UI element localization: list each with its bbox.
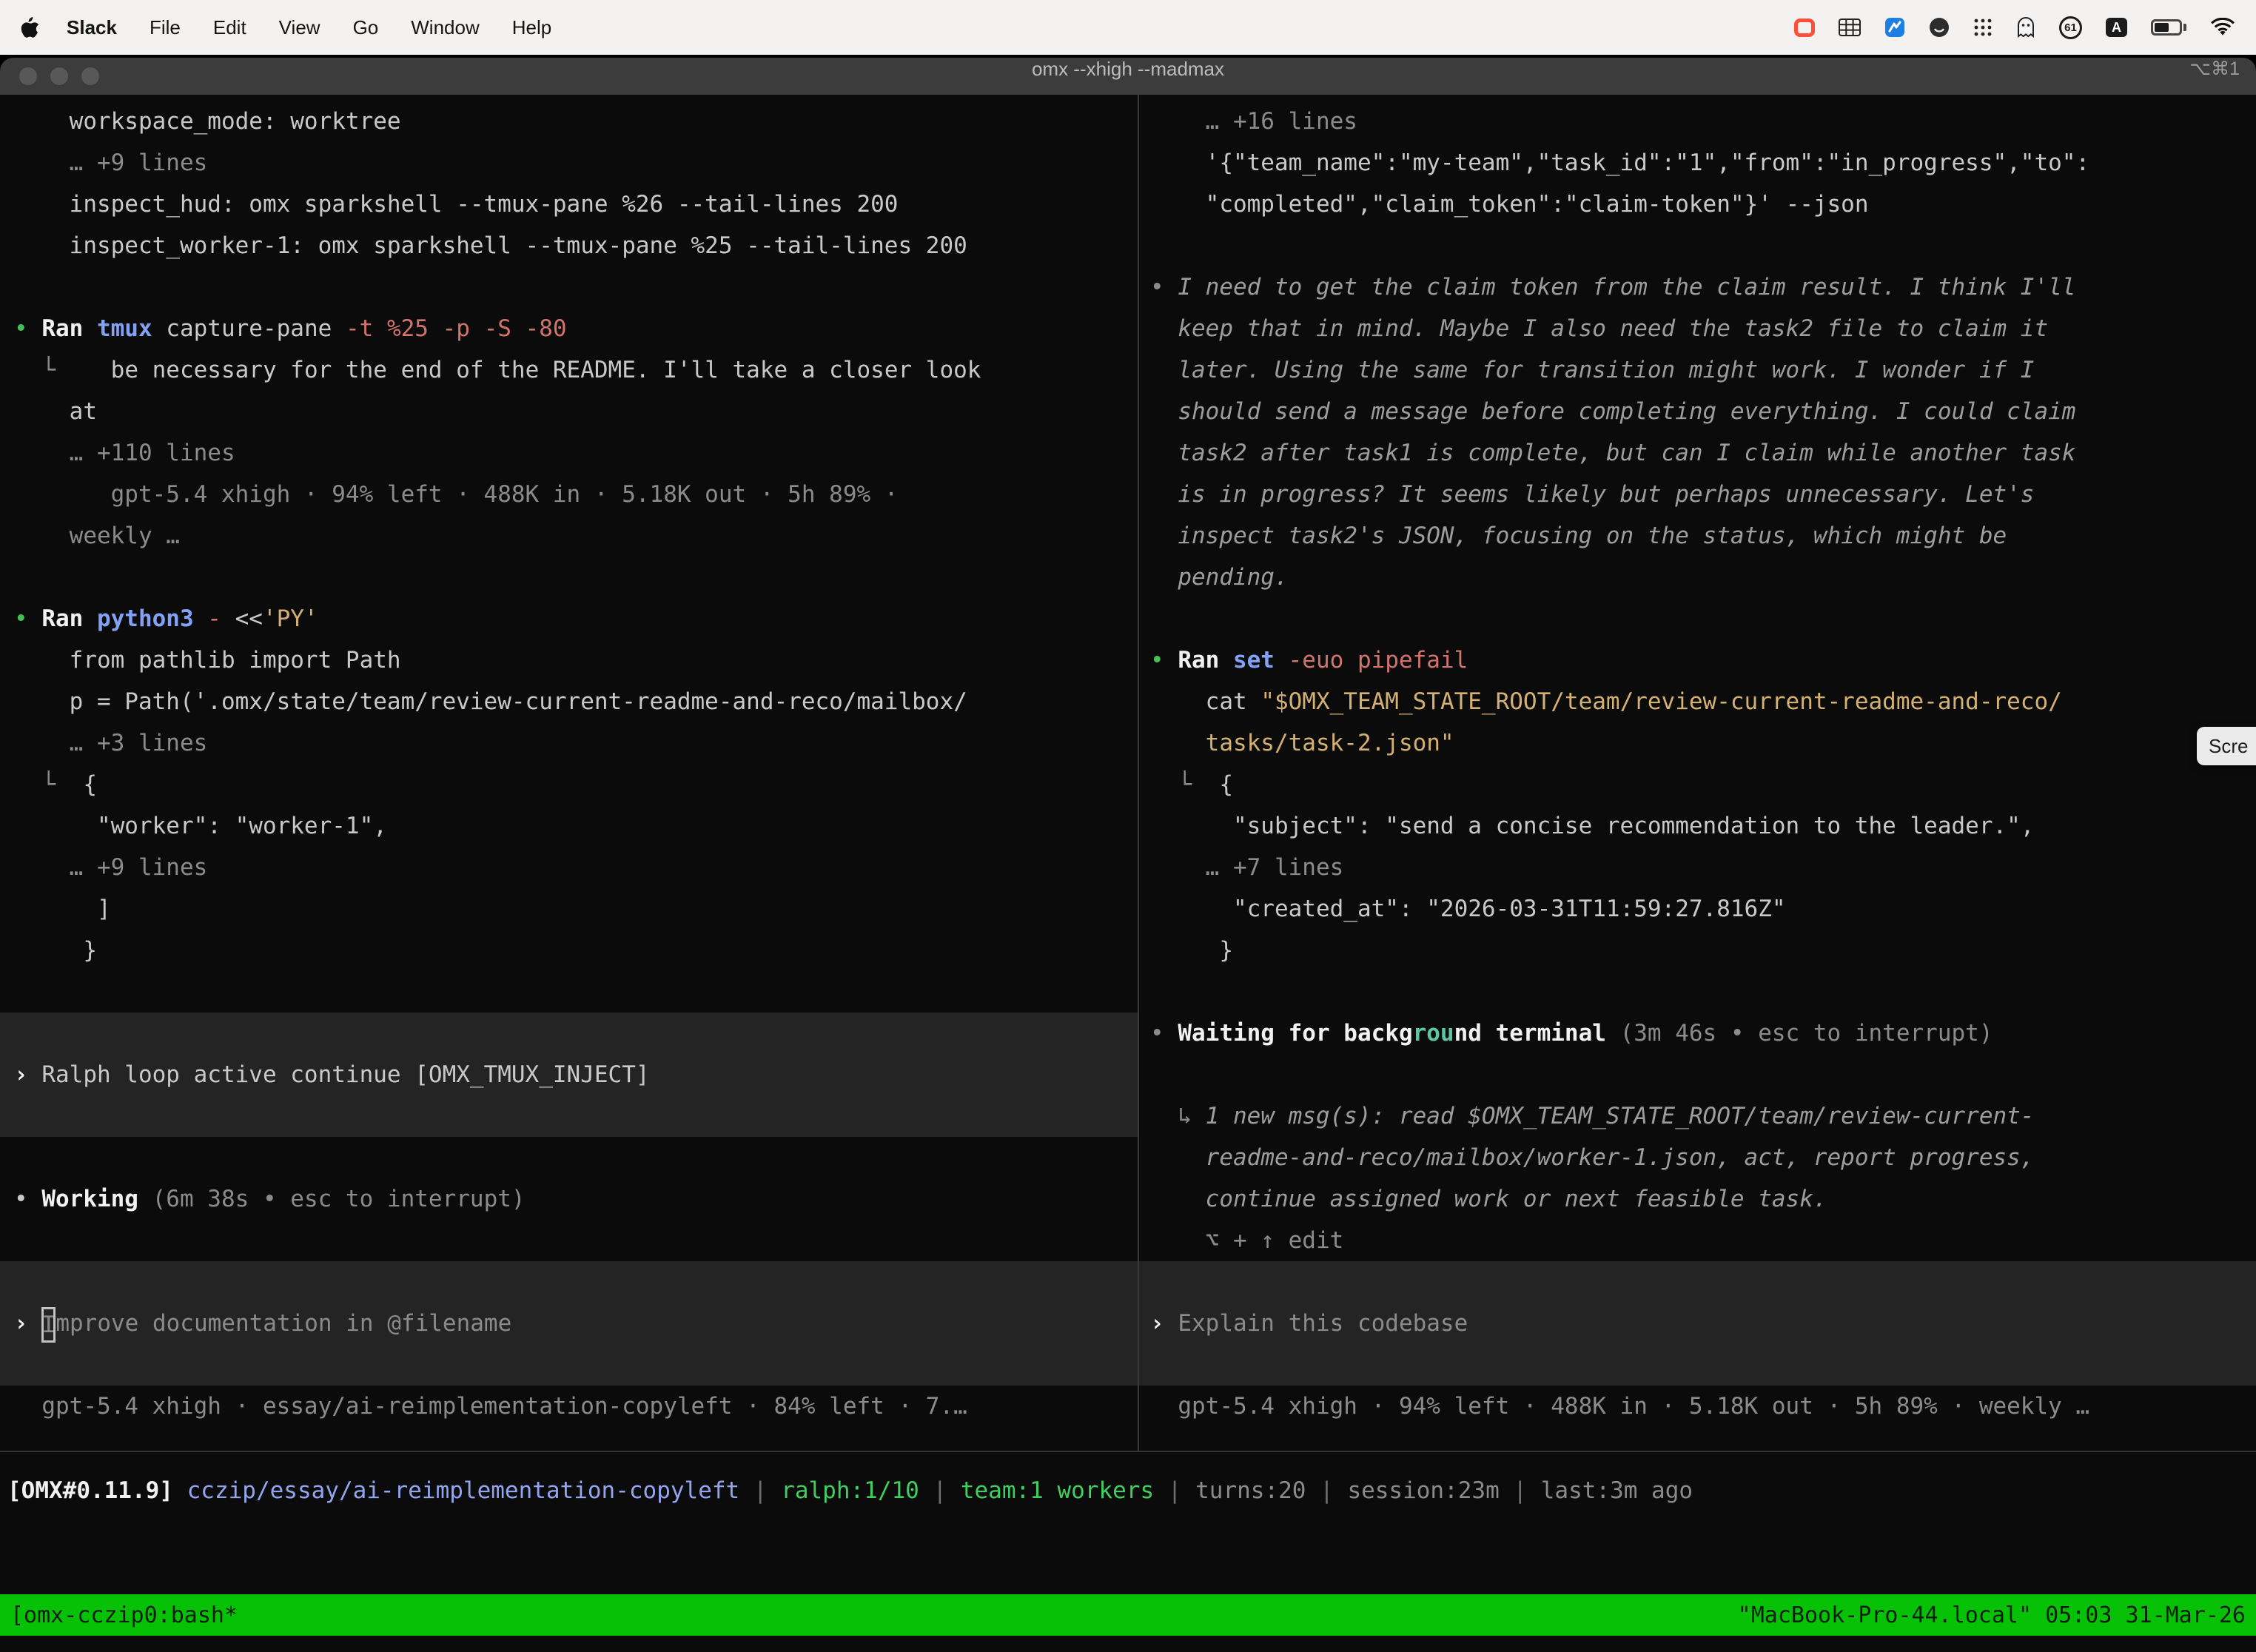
prompt-band-row [0,1013,1138,1054]
terminal-row [1139,971,2256,1013]
menu-file[interactable]: File [150,16,181,39]
menu-go[interactable]: Go [353,16,379,39]
terminal-row: … +9 lines [0,142,1138,184]
terminal-row: inspect task2's JSON, focusing on the st… [1139,515,2256,557]
terminal-row: later. Using the same for transition mig… [1139,349,2256,391]
prompt-band-row [1139,1344,2256,1386]
omx-status-line: [OMX#0.11.9] cczip/essay/ai-reimplementa… [7,1470,2256,1511]
ghost-icon[interactable] [2016,17,2035,38]
terminal-row: p = Path('.omx/state/team/review-current… [0,681,1138,722]
tmux-pane-right[interactable]: … +16 lines '{"team_name":"my-team","tas… [1139,95,2256,1449]
terminal-row [1139,1054,2256,1095]
active-app-name[interactable]: Slack [67,16,117,39]
terminal-row: workspace_mode: worktree [0,101,1138,142]
terminal-row [1139,598,2256,639]
terminal-row: '{"team_name":"my-team","task_id":"1","f… [1139,142,2256,184]
terminal-row: └ { [0,764,1138,805]
terminal-row: inspect_worker-1: omx sparkshell --tmux-… [0,225,1138,266]
terminal-row: gpt-5.4 xhigh · 94% left · 488K in · 5.1… [0,474,1138,515]
screen-recording-stop-icon[interactable] [1794,19,1815,37]
terminal-row: gpt-5.4 xhigh · essay/ai-reimplementatio… [0,1386,1138,1427]
menu-window[interactable]: Window [411,16,479,39]
dots-grid-icon[interactable] [1973,18,1993,37]
menu-view[interactable]: View [279,16,320,39]
tmux-pane-left[interactable]: workspace_mode: worktree … +9 lines insp… [0,95,1138,1449]
terminal-row: pending. [1139,557,2256,598]
menu-bar-left: Slack File Edit View Go Window Help [21,16,551,39]
terminal-row: ] [0,888,1138,930]
terminal-row: └ be necessary for the end of the README… [0,349,1138,391]
menu-bar: Slack File Edit View Go Window Help [0,0,2256,55]
prompt-band-row: › Improve documentation in @filename [0,1303,1138,1344]
terminal-row: is in progress? It seems likely but perh… [1139,474,2256,515]
terminal-row: "worker": "worker-1", [0,805,1138,847]
terminal-row: from pathlib import Path [0,639,1138,681]
pane-divider-horizontal[interactable] [0,1451,2256,1452]
terminal-row: weekly … [0,515,1138,557]
terminal-row: task2 after task1 is complete, but can I… [1139,432,2256,474]
terminal-row: [OMX#0.11.9] cczip/essay/ai-reimplementa… [7,1470,2256,1511]
terminal-row: • I need to get the claim token from the… [1139,266,2256,308]
grid-icon[interactable] [1839,19,1861,36]
menu-help[interactable]: Help [512,16,551,39]
terminal-row: inspect_hud: omx sparkshell --tmux-pane … [0,184,1138,225]
input-source-icon[interactable]: A [2106,18,2127,37]
terminal[interactable]: workspace_mode: worktree … +9 lines insp… [0,95,2256,1652]
terminal-row [0,1220,1138,1261]
terminal-row: } [1139,930,2256,971]
window-shortcut-hint: ⌥⌘1 [2189,58,2240,80]
terminal-row: keep that in mind. Maybe I also need the… [1139,308,2256,349]
terminal-row: "subject": "send a concise recommendatio… [1139,805,2256,847]
window-titlebar[interactable]: omx --xhigh --madmax ⌥⌘1 [0,58,2256,95]
blue-app-icon[interactable] [1884,17,1905,38]
terminal-row: • Ran tmux capture-pane -t %25 -p -S -80 [0,308,1138,349]
terminal-row: … +110 lines [0,432,1138,474]
prompt-band-row [1139,1261,2256,1303]
terminal-row: ⌥ + ↑ edit [1139,1220,2256,1261]
terminal-row: continue assigned work or next feasible … [1139,1178,2256,1220]
menu-bar-status-icons: 61 A [1794,16,2235,39]
prompt-band-row [0,1095,1138,1137]
terminal-row: should send a message before completing … [1139,391,2256,432]
tmux-session-window: [omx-cczip0:bash* [10,1602,238,1628]
battery-icon[interactable] [2151,19,2186,36]
terminal-row: cat "$OMX_TEAM_STATE_ROOT/team/review-cu… [1139,681,2256,722]
terminal-row: … +9 lines [0,847,1138,888]
terminal-row: • Waiting for background terminal (3m 46… [1139,1013,2256,1054]
terminal-row: } [0,930,1138,971]
terminal-row: readme-and-reco/mailbox/worker-1.json, a… [1139,1137,2256,1178]
prompt-band-row [0,1344,1138,1386]
tmux-status-bar: [omx-cczip0:bash* "MacBook-Pro-44.local"… [0,1594,2256,1636]
apple-menu[interactable] [21,17,38,38]
wifi-icon[interactable] [2210,18,2235,37]
terminal-row: ↳ 1 new msg(s): read $OMX_TEAM_STATE_ROO… [1139,1095,2256,1137]
terminal-row: … +7 lines [1139,847,2256,888]
terminal-row: … +16 lines [1139,101,2256,142]
terminal-row [1139,225,2256,266]
terminal-row: "created_at": "2026-03-31T11:59:27.816Z" [1139,888,2256,930]
terminal-row: • Working (6m 38s • esc to interrupt) [0,1178,1138,1220]
terminal-row [0,971,1138,1013]
terminal-row: └ { [1139,764,2256,805]
screen-tooltip: Scre [2197,727,2256,765]
prompt-band-row: › Explain this codebase [1139,1303,2256,1344]
terminal-row: … +3 lines [0,722,1138,764]
menu-edit[interactable]: Edit [213,16,246,39]
terminal-row: • Ran set -euo pipefail [1139,639,2256,681]
apple-logo-icon [21,17,38,38]
tmux-host-clock: "MacBook-Pro-44.local" 05:03 31-Mar-26 [1738,1602,2246,1628]
prompt-band-row [0,1261,1138,1303]
battery-percentage-badge[interactable]: 61 [2059,16,2082,39]
terminal-row: "completed","claim_token":"claim-token"}… [1139,184,2256,225]
terminal-row [0,266,1138,308]
terminal-row: gpt-5.4 xhigh · 94% left · 488K in · 5.1… [1139,1386,2256,1427]
terminal-row [0,1137,1138,1178]
terminal-row: • Ran python3 - <<'PY' [0,598,1138,639]
terminal-row [0,557,1138,598]
dark-app-icon[interactable] [1929,17,1950,38]
window-title: omx --xhigh --madmax [0,58,2256,81]
terminal-row: tasks/task-2.json" [1139,722,2256,764]
terminal-row: at [0,391,1138,432]
prompt-band-row: › Ralph loop active continue [OMX_TMUX_I… [0,1054,1138,1095]
